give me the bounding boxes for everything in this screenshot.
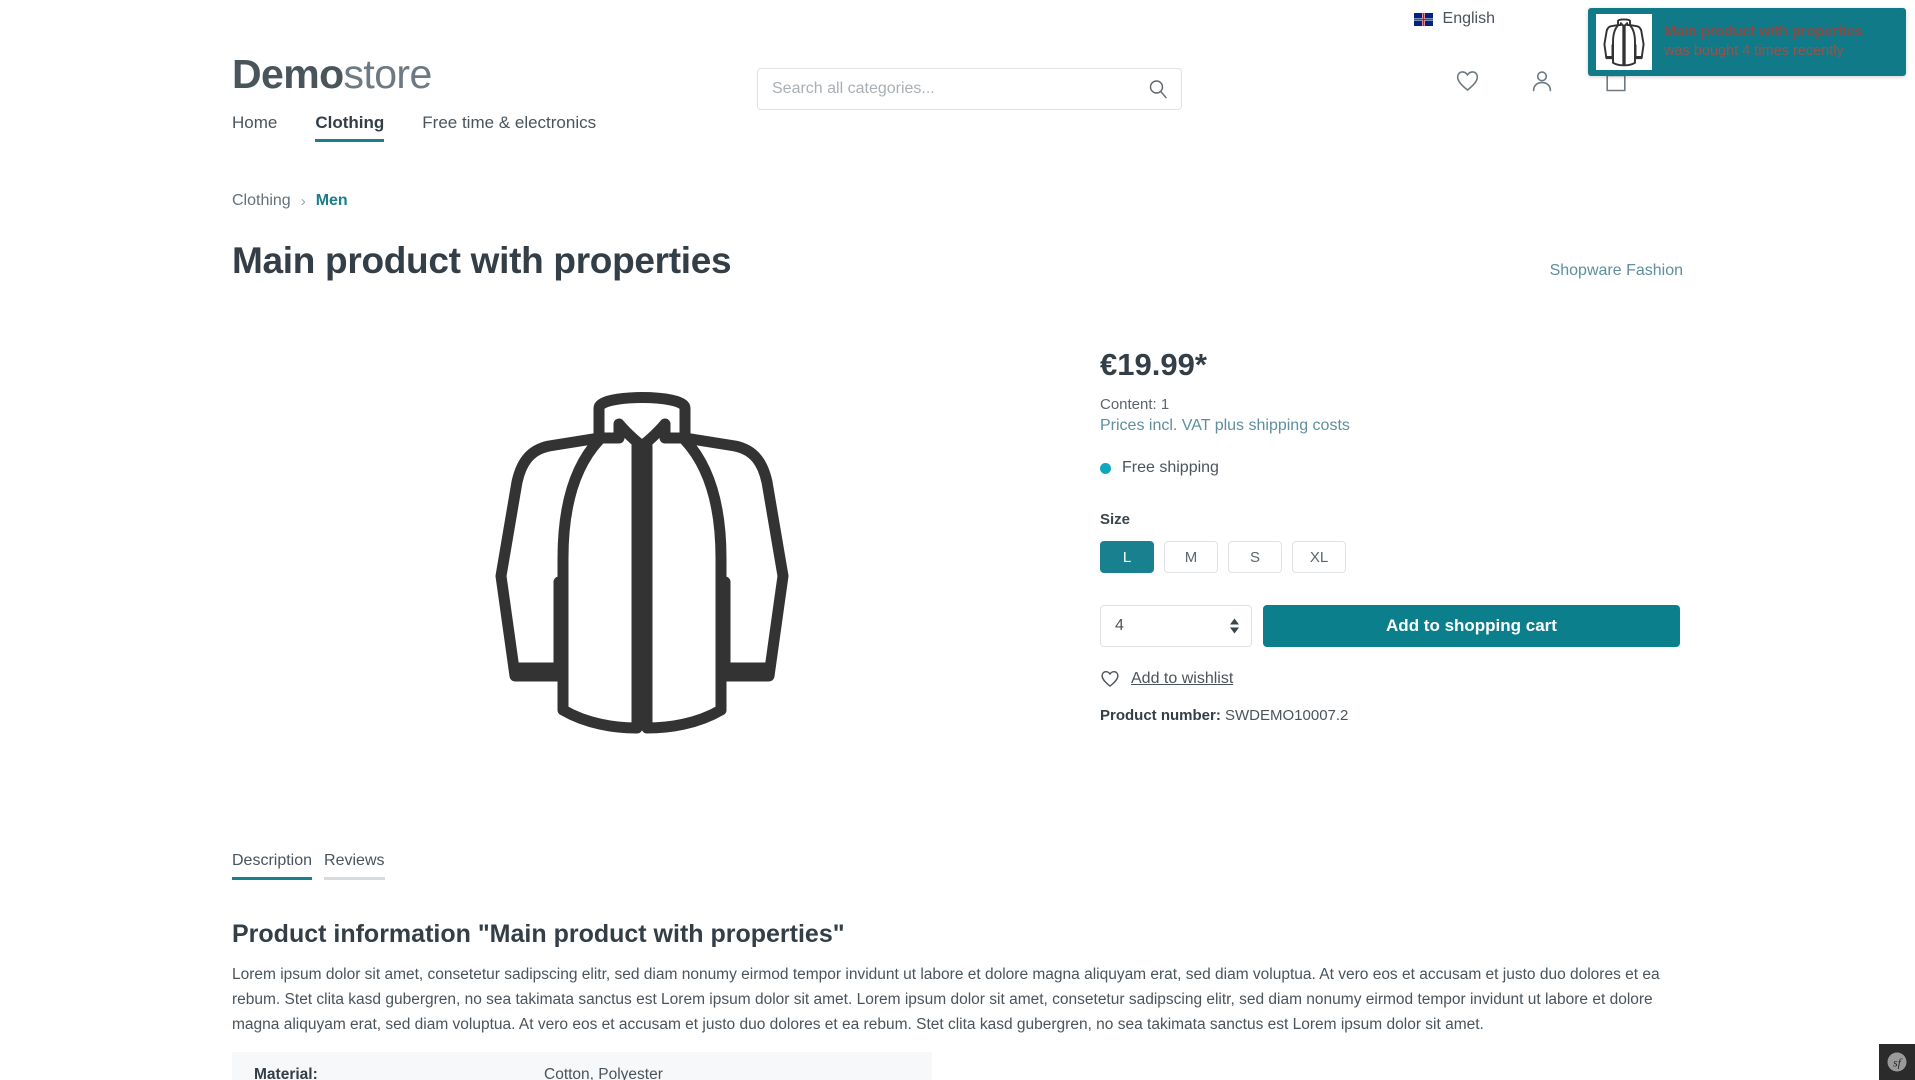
add-to-cart-button[interactable]: Add to shopping cart xyxy=(1263,605,1680,648)
description-body: Lorem ipsum dolor sit amet, consetetur s… xyxy=(232,966,1660,1034)
quantity-stepper[interactable]: 4 xyxy=(1100,605,1252,648)
logo-light-part: store xyxy=(343,51,433,97)
search-button[interactable] xyxy=(1135,69,1181,109)
search-input[interactable] xyxy=(758,69,1135,109)
jacket-illustration xyxy=(495,392,789,734)
property-key: Material: xyxy=(254,1066,318,1080)
account-icon[interactable] xyxy=(1530,69,1554,93)
symfony-logo-icon: sf xyxy=(1887,1052,1907,1072)
variant-option-m[interactable]: M xyxy=(1164,541,1218,574)
toast-text: Main product with properties was bought … xyxy=(1664,23,1863,60)
tab-description[interactable]: Description xyxy=(232,852,313,880)
properties-table: Material: Cotton, Polyester xyxy=(232,1052,932,1080)
wishlist-icon[interactable] xyxy=(1455,69,1480,92)
wishlist-label: Add to wishlist xyxy=(1131,669,1234,687)
main-navigation: Home Clothing Free time & electronics xyxy=(232,113,634,142)
add-to-wishlist-button[interactable]: Add to wishlist xyxy=(1100,669,1680,688)
nav-item-clothing[interactable]: Clothing xyxy=(315,113,384,142)
buy-box: €19.99* Content: 1 Prices incl. VAT plus… xyxy=(1100,347,1680,724)
nav-item-home[interactable]: Home xyxy=(232,113,277,142)
quantity-arrows-icon[interactable] xyxy=(1230,618,1239,634)
nav-item-free-time-electronics[interactable]: Free time & electronics xyxy=(422,113,596,142)
toast-subtitle: was bought 4 times recently xyxy=(1664,43,1844,59)
buy-row: 4 Add to shopping cart xyxy=(1100,605,1680,648)
delivery-status-label: Free shipping xyxy=(1122,459,1219,477)
variant-option-xl[interactable]: XL xyxy=(1292,541,1346,574)
property-value: Cotton, Polyester xyxy=(544,1066,663,1080)
heart-icon xyxy=(1101,671,1119,687)
breadcrumb-item-clothing[interactable]: Clothing xyxy=(232,192,291,210)
status-dot-icon xyxy=(1100,462,1111,474)
product-price: €19.99* xyxy=(1100,347,1207,382)
site-logo[interactable]: Demostore xyxy=(232,54,432,95)
logo-bold-part: Demo xyxy=(232,51,344,97)
product-gallery[interactable] xyxy=(232,345,1052,775)
search-box[interactable] xyxy=(757,68,1182,110)
breadcrumb: Clothing › Men xyxy=(232,192,348,210)
page-title: Main product with properties xyxy=(232,240,732,281)
variant-option-l[interactable]: L xyxy=(1100,541,1154,574)
product-number-value: SWDEMO10007.2 xyxy=(1225,707,1349,725)
tax-info-link[interactable]: Prices incl. VAT plus shipping costs xyxy=(1100,417,1680,435)
product-content: Content: 1 xyxy=(1100,396,1170,414)
product-tabs: Description Reviews xyxy=(232,852,397,880)
product-number: Product number: SWDEMO10007.2 xyxy=(1100,707,1680,724)
symfony-debug-toolbar-button[interactable]: sf xyxy=(1879,1044,1915,1080)
table-row: Material: Cotton, Polyester xyxy=(254,1066,910,1080)
variant-options: L M S XL xyxy=(1100,541,1680,574)
breadcrumb-separator-icon: › xyxy=(300,192,306,210)
breadcrumb-item-men[interactable]: Men xyxy=(316,192,348,210)
search-icon xyxy=(1149,80,1167,99)
toast-title: Main product with properties xyxy=(1664,24,1863,41)
jacket-illustration xyxy=(1603,18,1645,67)
variant-group-label: Size xyxy=(1100,511,1131,529)
product-notification-toast[interactable]: Main product with properties was bought … xyxy=(1588,8,1906,76)
product-detail-page: English Demostore Search all categories.… xyxy=(0,0,1915,1080)
toast-thumbnail xyxy=(1596,14,1652,70)
quantity-value: 4 xyxy=(1115,617,1124,635)
tab-reviews[interactable]: Reviews xyxy=(324,852,385,880)
description-heading: Product information "Main product with p… xyxy=(232,920,845,948)
variant-option-s[interactable]: S xyxy=(1228,541,1282,574)
delivery-status: Free shipping xyxy=(1100,459,1680,477)
product-number-label: Product number: xyxy=(1100,707,1221,725)
manufacturer-link[interactable]: Shopware Fashion xyxy=(1550,262,1683,280)
